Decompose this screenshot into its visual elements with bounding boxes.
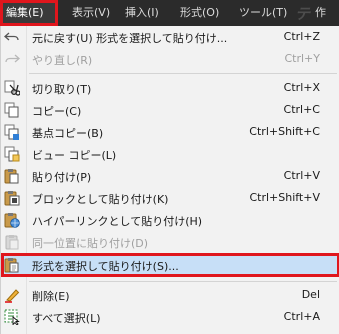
menu-item-shortcut: Ctrl+C: [283, 103, 320, 116]
menu-item-undo[interactable]: 元に戻す(U) 形式を選択して貼り付け... Ctrl+Z: [1, 26, 339, 48]
menu-item-copy-basepoint[interactable]: 基点コピー(B) Ctrl+Shift+C: [1, 121, 339, 143]
menu-item-label: やり直し(R): [32, 54, 93, 67]
menu-item-label: すべて選択(L): [32, 312, 101, 325]
paste-as-block-icon: [4, 190, 20, 206]
paste-special-icon: [4, 257, 20, 273]
paste-original-coords-icon: [4, 234, 20, 250]
menu-item-view-copy[interactable]: ビュー コピー(L): [1, 143, 339, 165]
menu-item-shortcut: Ctrl+Z: [283, 30, 320, 43]
menu-item-label: 形式を選択して貼り付け(S)...: [32, 260, 179, 273]
copy-with-basepoint-icon: [4, 124, 20, 140]
menu-item-redo: やり直し(R) Ctrl+Y: [1, 48, 339, 70]
menu-item-label: ビュー コピー(L): [32, 149, 117, 162]
menu-separator: [29, 281, 337, 282]
menu-item-shortcut: Ctrl+Y: [284, 52, 320, 65]
menu-edit[interactable]: 編集(E): [0, 0, 58, 26]
menu-item-shortcut: Ctrl+X: [283, 81, 320, 94]
menu-insert[interactable]: 挿入(I): [114, 0, 167, 26]
menu-item-paste-as-block[interactable]: ブロックとして貼り付け(K) Ctrl+Shift+V: [1, 187, 339, 209]
menu-item-label: 切り取り(T): [32, 83, 92, 96]
menu-item-label: 貼り付け(P): [32, 171, 92, 184]
select-all-icon: [4, 309, 20, 325]
menu-item-label: 元に戻す(U) 形式を選択して貼り付け...: [32, 32, 228, 45]
redo-icon: [4, 51, 20, 67]
menu-item-label: ハイパーリンクとして貼り付け(H): [32, 215, 203, 228]
menu-item-shortcut: Ctrl+Shift+C: [249, 125, 320, 138]
menu-item-select-all[interactable]: すべて選択(L) Ctrl+A: [1, 306, 339, 328]
menu-view[interactable]: 表示(V): [58, 0, 114, 26]
menu-item-paste[interactable]: 貼り付け(P) Ctrl+V: [1, 165, 339, 187]
menu-item-cut[interactable]: 切り取り(T) Ctrl+X: [1, 77, 339, 99]
menu-item-copy[interactable]: コピー(C) Ctrl+C: [1, 99, 339, 121]
paste-icon: [4, 168, 20, 184]
menu-item-paste-special[interactable]: 形式を選択して貼り付け(S)...: [1, 253, 339, 277]
menu-item-shortcut: Ctrl+V: [283, 169, 320, 182]
menu-item-label: 基点コピー(B): [32, 127, 104, 140]
view-copy-icon: [4, 146, 20, 162]
menu-format[interactable]: 形式(O): [167, 0, 225, 26]
edit-dropdown-menu: 元に戻す(U) 形式を選択して貼り付け... Ctrl+Z やり直し(R) Ct…: [0, 26, 339, 334]
menu-item-label: ブロックとして貼り付け(K): [32, 193, 169, 206]
menu-item-shortcut: Del: [301, 288, 320, 301]
menu-item-label: 削除(E): [32, 290, 70, 303]
watermark: テ: [294, 5, 311, 23]
menu-bar: 編集(E) 表示(V) 挿入(I) 形式(O) ツール(T) 作 テ: [0, 0, 339, 26]
menu-item-paste-original-coords: 同一位置に貼り付け(D): [1, 231, 339, 253]
scissors-icon: [4, 80, 20, 96]
menu-item-shortcut: Ctrl+Shift+V: [249, 191, 320, 204]
copy-icon: [4, 102, 20, 118]
paste-hyperlink-icon: [4, 212, 20, 228]
menu-item-label: 同一位置に貼り付け(D): [32, 237, 149, 250]
menu-tools[interactable]: ツール(T): [225, 0, 305, 26]
undo-icon: [4, 29, 20, 45]
menu-separator: [29, 73, 337, 74]
eraser-icon: [4, 287, 20, 303]
menu-item-shortcut: Ctrl+A: [283, 310, 320, 323]
menu-item-erase[interactable]: 削除(E) Del: [1, 284, 339, 306]
menu-item-paste-hyperlink[interactable]: ハイパーリンクとして貼り付け(H): [1, 209, 339, 231]
menu-item-label: コピー(C): [32, 105, 82, 118]
